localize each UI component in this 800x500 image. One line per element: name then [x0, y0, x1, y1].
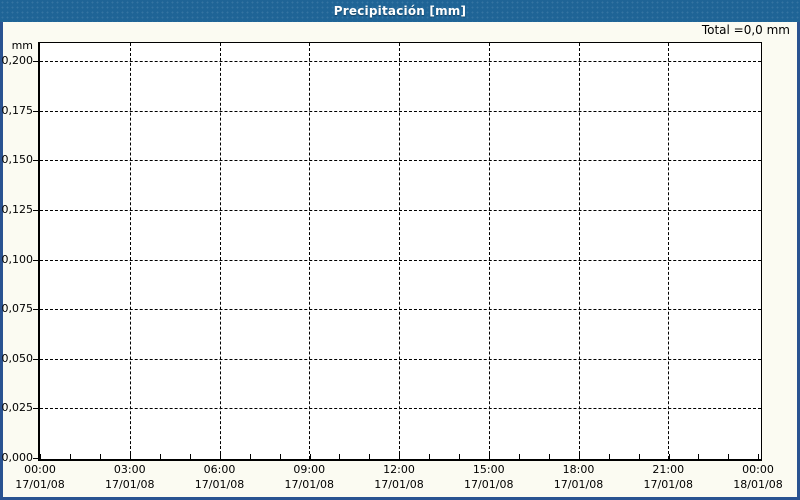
x-tick-date-label: 17/01/08 [553, 478, 604, 491]
y-tick-mark [33, 458, 38, 459]
h-gridline [40, 408, 761, 410]
y-axis-unit-label: mm [11, 39, 33, 52]
x-tick-date-label: 17/01/08 [194, 478, 245, 491]
h-gridline [40, 209, 761, 211]
x-tick-date-label: 17/01/08 [284, 478, 334, 491]
x-tick-time-label: 15:00 [472, 463, 505, 476]
x-minor-tick [159, 454, 161, 459]
x-minor-tick [399, 454, 401, 459]
y-tick-label: 0,125 [1, 202, 34, 216]
x-minor-tick [249, 454, 251, 459]
x-tick-date-label: 17/01/08 [643, 478, 693, 491]
x-minor-tick [518, 454, 520, 459]
plot-area [38, 42, 762, 461]
y-tick-mark [33, 110, 38, 112]
x-tick-time-label: 18:00 [562, 463, 595, 476]
x-minor-tick [309, 454, 311, 459]
y-tick-mark [33, 160, 38, 162]
chart-title-bar: Precipitación [mm] [0, 0, 800, 22]
y-tick-label: 0,025 [1, 401, 34, 415]
v-gridline [488, 43, 490, 459]
v-gridline [129, 43, 131, 459]
y-tick-label: 0,050 [1, 351, 34, 365]
x-minor-tick [758, 454, 760, 459]
v-gridline [309, 43, 311, 459]
x-minor-tick [459, 454, 461, 459]
h-gridline [40, 61, 761, 62]
x-tick-time-label: 12:00 [383, 463, 415, 476]
x-tick-date-label: 17/01/08 [15, 478, 65, 491]
x-minor-tick [279, 454, 281, 459]
x-tick-date-label: 18/01/08 [733, 478, 783, 491]
x-minor-tick [728, 454, 730, 459]
h-gridline [40, 160, 761, 162]
total-annotation: Total =0,0 mm [701, 23, 790, 37]
y-tick-label: 0,075 [1, 302, 34, 316]
y-tick-mark [33, 209, 38, 211]
y-tick-mark [33, 358, 38, 360]
chart-title: Precipitación [mm] [333, 4, 467, 18]
v-gridline [399, 43, 400, 459]
y-tick-mark [33, 259, 38, 261]
v-gridline [578, 43, 580, 459]
chart-window: Precipitación [mm] Total =0,0 mm mm 0,20… [0, 0, 800, 500]
x-tick-time-label: 00:00 [742, 463, 774, 476]
y-tick-mark [33, 61, 38, 62]
y-tick-label: 0,175 [1, 103, 34, 117]
x-minor-tick [548, 454, 550, 459]
h-gridline [40, 358, 761, 360]
x-minor-tick [339, 454, 341, 459]
x-tick-date-label: 17/01/08 [105, 478, 155, 491]
x-minor-tick [489, 454, 491, 459]
x-minor-tick [638, 454, 640, 459]
y-tick-mark [33, 309, 38, 311]
x-tick-time-label: 09:00 [293, 463, 326, 476]
h-gridline [40, 110, 761, 112]
x-minor-tick [578, 454, 580, 459]
h-gridline [40, 309, 761, 311]
x-minor-tick [130, 454, 132, 459]
x-minor-tick [70, 454, 72, 459]
x-tick-time-label: 21:00 [652, 463, 685, 476]
y-tick-label: 0,150 [1, 153, 34, 167]
x-minor-tick [219, 454, 221, 459]
x-minor-tick [189, 454, 191, 459]
x-minor-tick [698, 454, 700, 459]
x-minor-tick [429, 454, 431, 459]
x-tick-date-label: 17/01/08 [464, 478, 514, 491]
y-tick-label: 0,100 [1, 252, 34, 266]
h-gridline [40, 259, 761, 261]
v-gridline [219, 43, 221, 459]
x-minor-tick [608, 454, 610, 459]
x-tick-date-label: 17/01/08 [374, 478, 424, 491]
y-tick-mark [33, 408, 38, 410]
y-tick-label: 0,200 [1, 54, 34, 67]
x-tick-time-label: 03:00 [113, 463, 146, 476]
x-minor-tick [369, 454, 371, 459]
x-minor-tick [40, 454, 42, 459]
x-tick-time-label: 00:00 [24, 463, 56, 476]
x-minor-tick [100, 454, 102, 459]
x-tick-time-label: 06:00 [203, 463, 236, 476]
x-minor-tick [668, 454, 670, 459]
v-gridline [668, 43, 670, 459]
